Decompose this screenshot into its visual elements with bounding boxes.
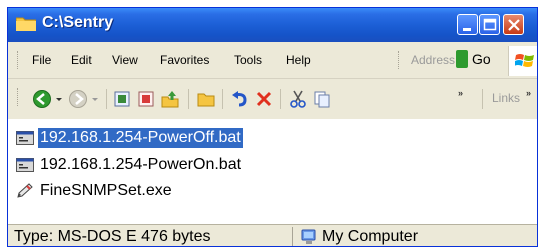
back-icon[interactable]: [32, 89, 52, 109]
toolbar-separator: [482, 89, 483, 109]
menu-bar: File Edit View Favorites Tools Help Addr…: [8, 42, 537, 79]
file-name: FineSNMPSet.exe: [40, 182, 172, 199]
list-item[interactable]: 192.168.1.254-PowerOff.bat: [16, 127, 243, 149]
status-bar: Type: MS-DOS E 476 bytes My Computer: [8, 224, 537, 246]
menu-view[interactable]: View: [112, 53, 138, 67]
window-title: C:\Sentry: [42, 14, 114, 31]
status-location: My Computer: [300, 228, 418, 246]
toolbar-separator: [188, 89, 189, 109]
file-list[interactable]: 192.168.1.254-PowerOff.bat 192.168.1.254…: [8, 119, 537, 224]
toolbar-grip[interactable]: [17, 88, 21, 106]
menu-tools[interactable]: Tools: [234, 53, 262, 67]
address-label[interactable]: Address: [411, 53, 455, 67]
title-bar[interactable]: C:\Sentry: [8, 8, 537, 42]
menu-grip[interactable]: [17, 51, 21, 69]
windows-logo-icon: [508, 46, 537, 76]
up-folder-icon[interactable]: [160, 89, 180, 109]
standard-toolbar: » Links »: [8, 79, 537, 120]
file-name: 192.168.1.254-PowerOff.bat: [38, 128, 243, 148]
forward-icon[interactable]: [68, 89, 88, 109]
batch-file-icon: [16, 131, 34, 145]
status-location-label: My Computer: [322, 228, 419, 245]
my-computer-icon: [301, 229, 316, 244]
menu-help[interactable]: Help: [286, 53, 311, 67]
cut-icon[interactable]: [288, 89, 308, 109]
folder-icon: [16, 17, 36, 31]
dropdown-arrow-icon[interactable]: [90, 89, 100, 109]
move-to-icon[interactable]: [136, 89, 156, 109]
minimize-button[interactable]: [457, 14, 478, 35]
dropdown-arrow-icon[interactable]: [54, 89, 64, 109]
toolbar-separator: [280, 89, 281, 109]
overflow-chevron-icon[interactable]: »: [458, 88, 463, 98]
go-button[interactable]: Go: [472, 51, 491, 67]
address-grip[interactable]: [398, 51, 402, 69]
close-button[interactable]: [503, 14, 524, 35]
undo-icon[interactable]: [230, 89, 250, 109]
menu-edit[interactable]: Edit: [71, 53, 92, 67]
maximize-button[interactable]: [479, 14, 500, 35]
folders-icon[interactable]: [196, 89, 216, 109]
list-item[interactable]: 192.168.1.254-PowerOn.bat: [16, 154, 243, 176]
go-arrow-icon[interactable]: [456, 50, 468, 68]
copy-icon[interactable]: [312, 89, 332, 109]
explorer-window: C:\Sentry File Edit View Favorites Tools…: [7, 7, 538, 247]
toolbar-separator: [106, 89, 107, 109]
menu-file[interactable]: File: [32, 53, 51, 67]
menu-favorites[interactable]: Favorites: [160, 53, 209, 67]
batch-file-icon: [16, 158, 34, 172]
pencil-exe-icon: [17, 183, 33, 198]
status-divider: [292, 227, 293, 246]
status-file-info: Type: MS-DOS E 476 bytes: [14, 228, 211, 245]
overflow-chevron-icon[interactable]: »: [526, 88, 531, 98]
file-name: 192.168.1.254-PowerOn.bat: [40, 156, 242, 173]
links-label[interactable]: Links: [492, 91, 520, 105]
toolbar-separator: [222, 89, 223, 109]
delete-icon[interactable]: [254, 89, 274, 109]
list-item[interactable]: FineSNMPSet.exe: [16, 180, 174, 202]
copy-to-icon[interactable]: [112, 89, 132, 109]
